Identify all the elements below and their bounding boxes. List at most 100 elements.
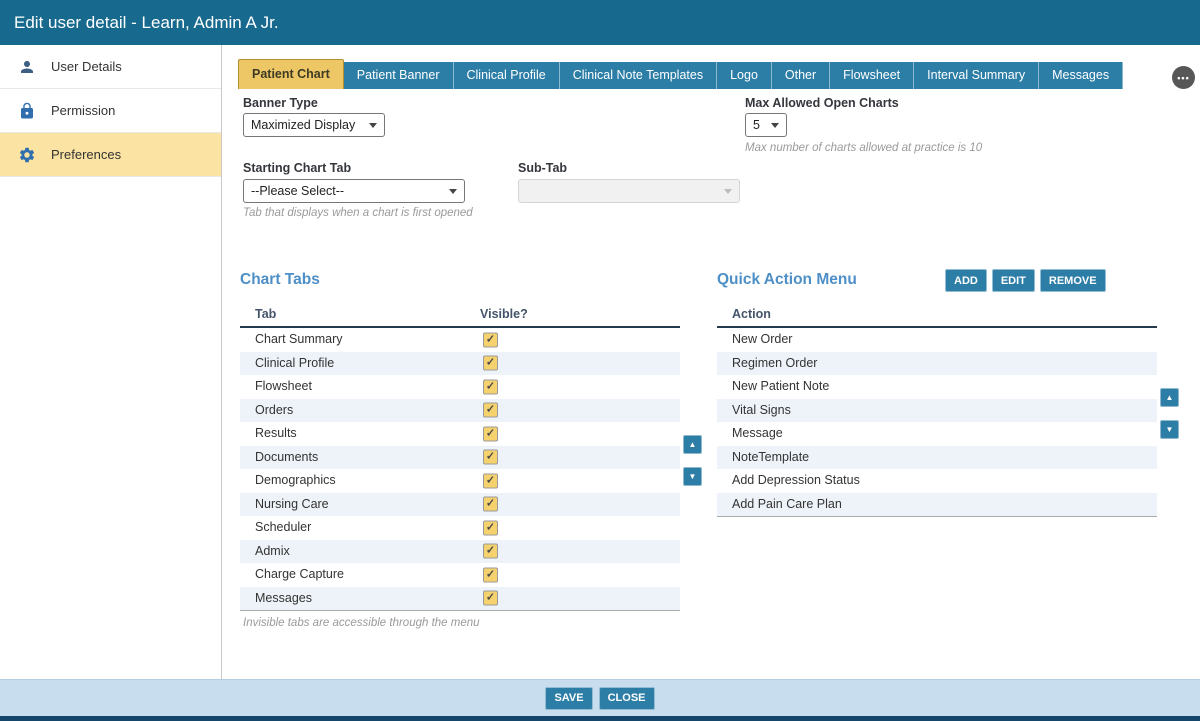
starting-chart-tab-hint: Tab that displays when a chart is first … [243,207,473,219]
visible-checkbox[interactable]: ✓ [483,591,498,606]
quick-action-table: Action New Order Regimen Order New Patie… [717,304,1157,517]
table-row[interactable]: Scheduler ✓ [240,516,680,540]
check-icon: ✓ [486,452,495,463]
chart-tab-name: Admix [255,540,290,564]
edit-button[interactable]: EDIT [992,269,1035,292]
table-row[interactable]: New Patient Note [717,375,1157,399]
table-row[interactable]: Results ✓ [240,422,680,446]
tab-other[interactable]: Other [772,62,830,89]
action-name: Regimen Order [732,352,817,376]
tab-clinical-note-templates[interactable]: Clinical Note Templates [560,62,717,89]
table-row[interactable]: Nursing Care ✓ [240,493,680,517]
tab-bar: Patient Chart Patient Banner Clinical Pr… [238,59,1123,89]
check-icon: ✓ [486,405,495,416]
table-row[interactable]: Chart Summary✓ [240,328,680,352]
visible-checkbox[interactable]: ✓ [483,473,498,488]
sidebar-item-label: User Details [51,59,122,74]
scroll-up-button[interactable]: ▲ [683,435,702,454]
action-name: Add Pain Care Plan [732,493,842,517]
visible-checkbox[interactable]: ✓ [483,332,498,347]
action-name: New Patient Note [732,375,829,399]
visible-checkbox[interactable]: ✓ [483,356,498,371]
action-name: New Order [732,328,792,352]
action-name: Message [732,422,783,446]
table-row[interactable]: Messages✓ [240,587,680,611]
tab-interval-summary[interactable]: Interval Summary [914,62,1039,89]
arrow-down-icon: ▼ [1166,425,1174,434]
visible-checkbox[interactable]: ✓ [483,520,498,535]
table-row[interactable]: Demographics✓ [240,469,680,493]
chart-tab-name: Orders [255,399,293,423]
max-open-charts-select[interactable]: 5 [745,113,787,137]
starting-chart-tab-label: Starting Chart Tab [243,161,351,175]
chart-tab-name: Flowsheet [255,375,312,399]
table-row[interactable]: Charge Capture ✓ [240,563,680,587]
visible-checkbox[interactable]: ✓ [483,544,498,559]
sub-tab-select [518,179,740,203]
table-row[interactable]: Flowsheet ✓ [240,375,680,399]
sidebar-item-preferences[interactable]: Preferences [0,133,221,177]
chart-tab-name: Nursing Care [255,493,329,517]
visible-checkbox[interactable]: ✓ [483,379,498,394]
max-open-charts-value: 5 [753,118,760,132]
column-header-visible: Visible? [480,307,528,321]
tab-overflow-button[interactable]: ••• [1172,66,1195,89]
chart-tab-name: Results [255,422,297,446]
sidebar-item-user-details[interactable]: User Details [0,45,221,89]
main-panel: Patient Chart Patient Banner Clinical Pr… [222,45,1200,679]
sidebar-item-label: Permission [51,103,115,118]
table-row[interactable]: Clinical Profile ✓ [240,352,680,376]
column-header-tab: Tab [255,307,276,321]
table-row[interactable]: New Order [717,328,1157,352]
close-button[interactable]: CLOSE [599,687,655,710]
max-open-charts-label: Max Allowed Open Charts [745,96,899,110]
arrow-down-icon: ▼ [689,472,697,481]
table-row[interactable]: Add Depression Status [717,469,1157,493]
check-icon: ✓ [486,499,495,510]
arrow-up-icon: ▲ [689,440,697,449]
banner-type-value: Maximized Display [251,118,355,132]
starting-chart-tab-select[interactable]: --Please Select-- [243,179,465,203]
visible-checkbox[interactable]: ✓ [483,403,498,418]
visible-checkbox[interactable]: ✓ [483,497,498,512]
tab-patient-banner[interactable]: Patient Banner [344,62,454,89]
add-button[interactable]: ADD [945,269,987,292]
chart-tab-name: Scheduler [255,516,311,540]
tab-messages[interactable]: Messages [1039,62,1123,89]
chart-tab-name: Charge Capture [255,563,344,587]
gear-icon [18,146,36,164]
table-row[interactable]: Message [717,422,1157,446]
chart-tabs-table-header: Tab Visible? [240,304,680,328]
check-icon: ✓ [486,569,495,580]
action-name: Add Depression Status [732,469,860,493]
tab-clinical-profile[interactable]: Clinical Profile [454,62,560,89]
window-header: Edit user detail - Learn, Admin A Jr. [0,0,1200,45]
save-button[interactable]: SAVE [545,687,592,710]
table-row[interactable]: Documents ✓ [240,446,680,470]
visible-checkbox[interactable]: ✓ [483,426,498,441]
tab-patient-chart[interactable]: Patient Chart [238,59,344,89]
scroll-down-button[interactable]: ▼ [1160,420,1179,439]
banner-type-select[interactable]: Maximized Display [243,113,385,137]
table-row[interactable]: Orders ✓ [240,399,680,423]
visible-checkbox[interactable]: ✓ [483,567,498,582]
scroll-up-button[interactable]: ▲ [1160,388,1179,407]
chevron-down-icon [369,123,377,128]
remove-button[interactable]: REMOVE [1040,269,1106,292]
sidebar-item-label: Preferences [51,147,121,162]
scroll-down-button[interactable]: ▼ [683,467,702,486]
chart-tab-name: Documents [255,446,318,470]
tab-flowsheet[interactable]: Flowsheet [830,62,914,89]
starting-chart-tab-value: --Please Select-- [251,184,344,198]
table-row[interactable]: NoteTemplate [717,446,1157,470]
table-row[interactable]: Add Pain Care Plan [717,493,1157,517]
tab-logo[interactable]: Logo [717,62,772,89]
check-icon: ✓ [486,428,495,439]
sidebar-item-permission[interactable]: Permission [0,89,221,133]
quick-action-rows: New Order Regimen Order New Patient Note… [717,328,1157,517]
visible-checkbox[interactable]: ✓ [483,450,498,465]
table-row[interactable]: Admix ✓ [240,540,680,564]
table-row[interactable]: Vital Signs [717,399,1157,423]
chart-tab-name: Clinical Profile [255,352,334,376]
table-row[interactable]: Regimen Order [717,352,1157,376]
